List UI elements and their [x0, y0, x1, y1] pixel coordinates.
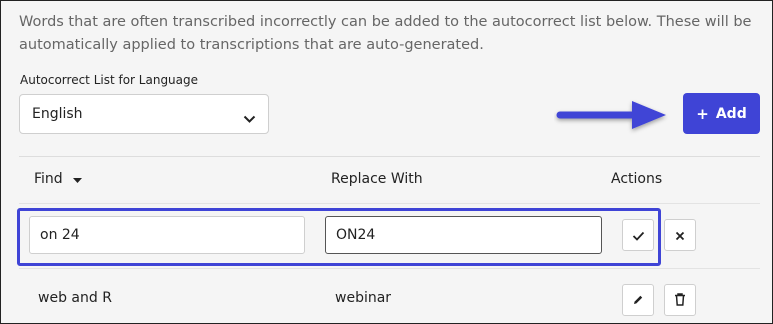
language-select-value: English: [32, 106, 83, 122]
autocorrect-description: Words that are often transcribed incorre…: [19, 14, 752, 53]
plus-icon: +: [696, 104, 709, 123]
row-find-cell: web and R: [38, 290, 112, 306]
check-icon: [632, 226, 645, 245]
column-header-find-label: Find: [34, 171, 63, 187]
column-header-actions: Actions: [611, 171, 663, 187]
row-replace-cell: webinar: [335, 290, 392, 306]
language-select[interactable]: English: [19, 94, 269, 134]
close-icon: [675, 226, 685, 245]
trash-icon: [674, 291, 686, 310]
row-divider: [19, 268, 760, 269]
chevron-down-icon: [243, 109, 256, 128]
edit-row-button[interactable]: [622, 284, 654, 316]
cancel-button[interactable]: [664, 219, 696, 251]
pencil-icon: [632, 291, 644, 310]
add-button-label: Add: [715, 105, 747, 122]
find-input[interactable]: [29, 216, 305, 254]
header-divider: [19, 203, 760, 204]
language-select-label: Autocorrect List for Language: [20, 73, 199, 87]
confirm-button[interactable]: [622, 219, 654, 251]
column-header-replace: Replace With: [331, 171, 423, 187]
add-button[interactable]: + Add: [683, 93, 760, 134]
delete-row-button[interactable]: [664, 284, 696, 316]
table-top-divider: [19, 156, 760, 157]
column-header-find[interactable]: Find: [34, 171, 82, 187]
annotation-arrow-icon: [554, 95, 672, 141]
replace-input[interactable]: [325, 216, 602, 254]
caret-down-icon: [72, 171, 82, 187]
